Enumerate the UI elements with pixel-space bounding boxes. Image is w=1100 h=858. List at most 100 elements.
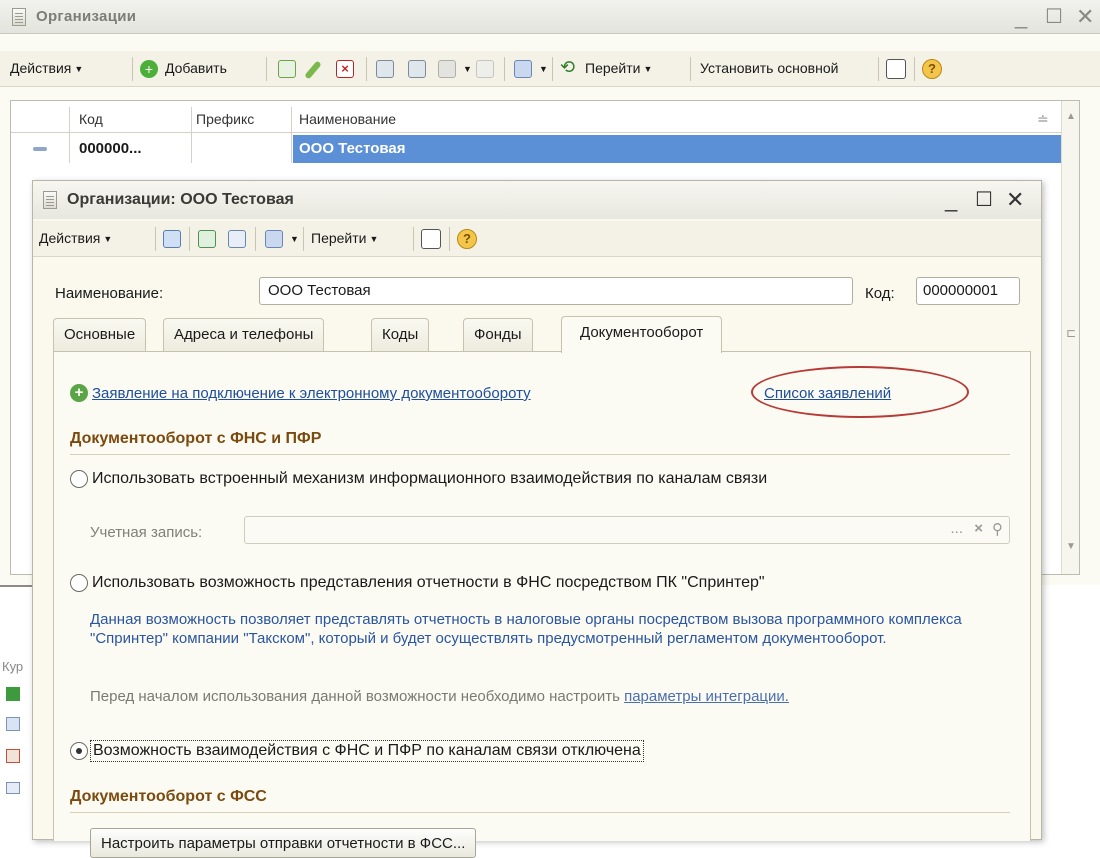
table-scrollbar[interactable]: ▲ ⊏ ▼ bbox=[1061, 101, 1079, 574]
account-label: Учетная запись: bbox=[90, 524, 203, 541]
tab-strip: Основные Адреса и телефоны Коды Фонды До… bbox=[53, 316, 1031, 353]
maximize-icon[interactable]: ☐ bbox=[975, 190, 993, 210]
help-icon[interactable]: ? bbox=[457, 229, 477, 249]
help-icon[interactable]: ? bbox=[922, 59, 942, 79]
close-icon[interactable]: ✕ bbox=[1006, 189, 1024, 211]
add-icon[interactable]: + bbox=[70, 384, 88, 402]
radio-sprinter-label[interactable]: Использовать возможность представления о… bbox=[92, 574, 765, 592]
clear-icon[interactable]: × bbox=[974, 520, 983, 537]
outer-title-bar[interactable]: Организации _ ☐ ✕ bbox=[0, 0, 1100, 34]
scroll-up-icon[interactable]: ▲ bbox=[1066, 111, 1076, 122]
tab-main[interactable]: Основные bbox=[53, 318, 147, 352]
refresh-icon[interactable]: ⟲ bbox=[560, 57, 575, 78]
chevron-down-icon[interactable]: ▼ bbox=[539, 64, 548, 74]
tab-addresses[interactable]: Адреса и телефоны bbox=[163, 318, 325, 352]
form-title: Организации: ООО Тестовая bbox=[67, 191, 294, 208]
column-header-code[interactable]: Код bbox=[79, 111, 103, 127]
docflow-tab-panel: + Заявление на подключение к электронном… bbox=[53, 351, 1031, 858]
toolbar-separator bbox=[189, 227, 190, 251]
report-icon[interactable] bbox=[6, 782, 20, 794]
radio-builtin-label[interactable]: Использовать встроенный механизм информа… bbox=[92, 470, 767, 488]
actions-menu[interactable]: Действия ▼ bbox=[10, 60, 83, 76]
minimize-icon[interactable]: _ bbox=[945, 189, 957, 211]
filter-history-icon[interactable] bbox=[438, 60, 456, 78]
integration-settings-link[interactable]: параметры интеграции. bbox=[624, 688, 789, 705]
export-icon[interactable] bbox=[265, 230, 283, 248]
tab-codes[interactable]: Коды bbox=[371, 318, 430, 352]
toolbar-separator bbox=[552, 57, 553, 81]
minimize-icon[interactable]: _ bbox=[1015, 6, 1027, 28]
section-divider bbox=[70, 454, 1010, 455]
table-header: Код Префикс Наименование ≐ bbox=[11, 107, 1061, 133]
sheet-icon[interactable] bbox=[6, 687, 20, 701]
table-row[interactable]: 000000... ООО Тестовая bbox=[11, 135, 1061, 163]
select-button[interactable]: ... bbox=[950, 520, 963, 537]
filter-icon[interactable] bbox=[376, 60, 394, 78]
goto-menu[interactable]: Перейти ▼ bbox=[311, 230, 378, 246]
background-label: Кур bbox=[2, 659, 24, 674]
name-label: Наименование: bbox=[55, 285, 164, 302]
outer-toolbar: Действия ▼ + Добавить × ▼ ▼ ⟲ Перейти ▼ Ус… bbox=[0, 51, 1100, 87]
set-main-button[interactable]: Установить основной bbox=[700, 60, 838, 76]
scroll-down-icon[interactable]: ▼ bbox=[1066, 541, 1076, 552]
row-name: ООО Тестовая bbox=[299, 140, 406, 157]
name-field[interactable]: ООО Тестовая bbox=[259, 277, 853, 305]
export-icon[interactable] bbox=[514, 60, 532, 78]
account-field[interactable]: ... × ⚲ bbox=[244, 516, 1010, 544]
radio-builtin[interactable] bbox=[70, 470, 88, 488]
row-code: 000000... bbox=[79, 140, 142, 157]
radio-disabled-label[interactable]: Возможность взаимодействия с ФНС и ПФР п… bbox=[90, 740, 644, 762]
chevron-down-icon[interactable]: ▼ bbox=[290, 234, 299, 244]
write-icon[interactable] bbox=[198, 230, 216, 248]
sort-icon[interactable]: ≐ bbox=[1037, 111, 1049, 128]
row-marker-icon bbox=[33, 147, 47, 151]
toolbar-separator bbox=[413, 227, 414, 251]
tab-funds[interactable]: Фонды bbox=[463, 318, 533, 352]
code-label: Код: bbox=[865, 285, 895, 302]
clear-filter-icon[interactable] bbox=[476, 60, 494, 78]
outer-window-title: Организации bbox=[36, 8, 137, 25]
add-button[interactable]: Добавить bbox=[165, 60, 227, 76]
column-header-name[interactable]: Наименование bbox=[299, 111, 396, 127]
actions-menu[interactable]: Действия ▼ bbox=[39, 230, 112, 246]
save-close-icon[interactable] bbox=[163, 230, 181, 248]
code-field[interactable]: 000000001 bbox=[916, 277, 1020, 305]
maximize-icon[interactable]: ☐ bbox=[1045, 7, 1063, 27]
highlight-ellipse bbox=[751, 366, 969, 418]
add-icon[interactable]: + bbox=[140, 60, 158, 78]
form-icon bbox=[43, 191, 57, 209]
section-title-fss: Документооборот с ФСС bbox=[70, 788, 267, 805]
filter-by-value-icon[interactable] bbox=[408, 60, 426, 78]
document-icon[interactable] bbox=[6, 717, 20, 731]
edit-pencil-icon[interactable] bbox=[304, 60, 322, 80]
row-selection: ООО Тестовая bbox=[293, 135, 1061, 163]
sprinter-description: Данная возможность позволяет представлят… bbox=[90, 611, 962, 647]
ledger-icon[interactable] bbox=[6, 749, 20, 763]
chevron-down-icon[interactable]: ▼ bbox=[463, 64, 472, 74]
search-icon[interactable]: ⚲ bbox=[992, 520, 1003, 538]
toolbar-separator bbox=[132, 57, 133, 81]
toolbar-separator bbox=[366, 57, 367, 81]
tab-docflow[interactable]: Документооборот bbox=[561, 316, 723, 353]
toolbar-separator bbox=[504, 57, 505, 81]
list-settings-icon[interactable] bbox=[886, 59, 906, 79]
copy-icon[interactable] bbox=[278, 60, 296, 78]
toolbar-separator bbox=[303, 227, 304, 251]
form-toolbar: Действия ▼ ▼ Перейти ▼ ? bbox=[33, 221, 1041, 257]
goto-menu[interactable]: Перейти ▼ bbox=[585, 60, 652, 76]
radio-disabled[interactable] bbox=[70, 742, 88, 760]
organization-form-window: Организации: ООО Тестовая _ ☐ ✕ Действия… bbox=[32, 180, 1042, 858]
close-icon[interactable]: ✕ bbox=[1076, 6, 1094, 28]
scroll-thumb[interactable]: ⊏ bbox=[1066, 326, 1076, 340]
reread-icon[interactable] bbox=[228, 230, 246, 248]
toolbar-separator bbox=[449, 227, 450, 251]
column-header-prefix[interactable]: Префикс bbox=[196, 111, 254, 127]
background-panel: Кур bbox=[0, 585, 32, 840]
application-link[interactable]: Заявление на подключение к электронному … bbox=[92, 385, 531, 402]
delete-icon[interactable]: × bbox=[336, 60, 354, 78]
section-divider bbox=[70, 812, 1010, 813]
list-settings-icon[interactable] bbox=[421, 229, 441, 249]
radio-sprinter[interactable] bbox=[70, 574, 88, 592]
fss-settings-button[interactable]: Настроить параметры отправки отчетности … bbox=[90, 828, 477, 858]
form-title-bar[interactable]: Организации: ООО Тестовая _ ☐ ✕ bbox=[33, 181, 1041, 219]
